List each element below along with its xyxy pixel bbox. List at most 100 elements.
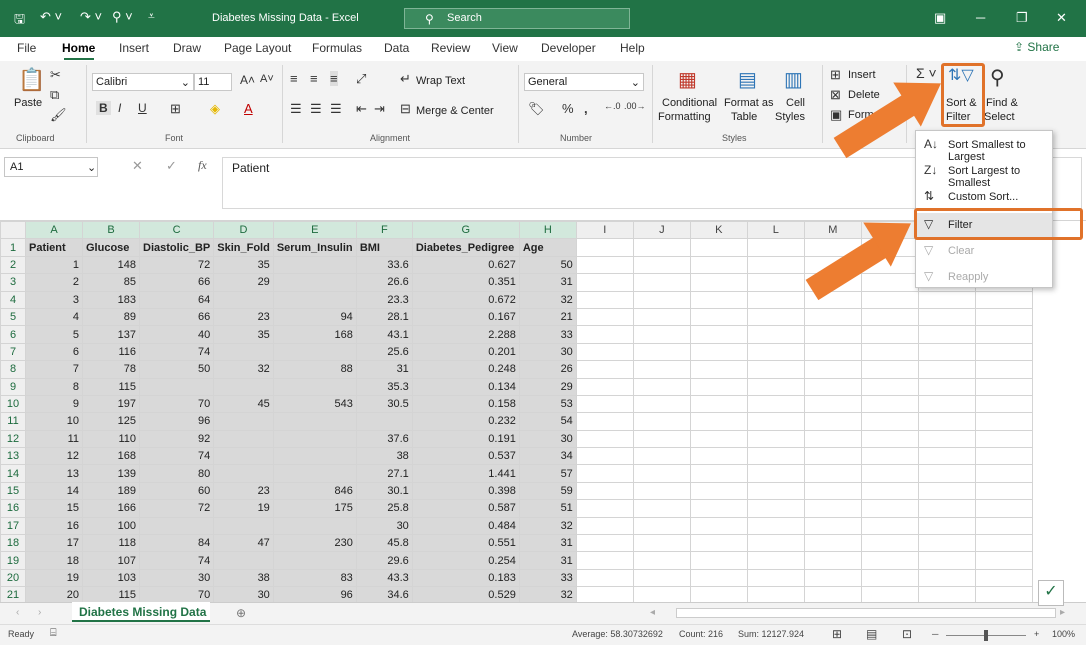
- data-cell[interactable]: 0.537: [411, 447, 520, 466]
- row-header[interactable]: 13: [0, 447, 26, 466]
- cell[interactable]: [860, 481, 919, 501]
- data-cell[interactable]: 29: [518, 377, 577, 396]
- data-cell[interactable]: 53: [518, 394, 577, 414]
- cell[interactable]: [803, 325, 862, 344]
- column-header-i[interactable]: I: [575, 221, 634, 240]
- header-cell[interactable]: Glucose: [82, 238, 140, 257]
- tab-file[interactable]: File: [17, 41, 36, 55]
- data-cell[interactable]: [213, 516, 274, 536]
- row-header[interactable]: 1: [0, 238, 26, 257]
- cell[interactable]: [632, 412, 691, 431]
- data-cell[interactable]: 0.587: [411, 499, 520, 518]
- cell[interactable]: [746, 464, 805, 483]
- cell[interactable]: [803, 290, 862, 309]
- cell[interactable]: [860, 499, 919, 518]
- data-cell[interactable]: 0.248: [411, 360, 520, 379]
- data-cell[interactable]: 45: [213, 394, 274, 414]
- data-cell[interactable]: [213, 412, 274, 431]
- cell[interactable]: [746, 551, 805, 570]
- cell[interactable]: [689, 534, 748, 553]
- data-cell[interactable]: 100: [82, 516, 140, 536]
- cell[interactable]: [917, 342, 976, 362]
- data-cell[interactable]: 45.8: [355, 534, 413, 553]
- cell[interactable]: [860, 586, 919, 602]
- data-cell[interactable]: [138, 377, 215, 396]
- zoom-slider-thumb[interactable]: [984, 630, 988, 641]
- header-cell[interactable]: Age: [518, 238, 577, 257]
- cell[interactable]: [746, 238, 805, 257]
- column-header-g[interactable]: G: [411, 221, 520, 240]
- cell[interactable]: [689, 464, 748, 483]
- cell-table[interactable]: ABCDEFGHIJKLMNOP 1PatientGlucoseDiastoli…: [0, 221, 1033, 602]
- data-cell[interactable]: 0.484: [411, 516, 520, 536]
- row-header[interactable]: 18: [0, 534, 26, 553]
- cell[interactable]: [974, 464, 1033, 483]
- data-cell[interactable]: 137: [82, 325, 140, 344]
- cell[interactable]: [860, 273, 919, 292]
- data-cell[interactable]: 31: [518, 273, 577, 292]
- hscroll-left-icon[interactable]: ◂: [650, 607, 655, 618]
- cell[interactable]: [917, 377, 976, 396]
- column-header-e[interactable]: E: [272, 221, 357, 240]
- data-cell[interactable]: 32: [518, 586, 577, 602]
- data-cell[interactable]: 125: [82, 412, 140, 431]
- percent-icon[interactable]: %: [562, 101, 574, 116]
- cell[interactable]: [575, 307, 634, 327]
- data-cell[interactable]: [138, 516, 215, 536]
- data-cell[interactable]: [272, 447, 357, 466]
- data-cell[interactable]: 0.627: [411, 255, 520, 275]
- cell[interactable]: [746, 447, 805, 466]
- row-header[interactable]: 10: [0, 394, 26, 414]
- data-cell[interactable]: 51: [518, 499, 577, 518]
- column-header-k[interactable]: K: [689, 221, 748, 240]
- data-cell[interactable]: 38: [213, 568, 274, 588]
- cell[interactable]: [632, 255, 691, 275]
- data-cell[interactable]: 26: [518, 360, 577, 379]
- cell[interactable]: [575, 377, 634, 396]
- data-cell[interactable]: 70: [138, 394, 215, 414]
- row-header[interactable]: 9: [0, 377, 26, 396]
- data-cell[interactable]: 0.158: [411, 394, 520, 414]
- touch-mode-icon[interactable]: ⚲ ˅: [112, 9, 133, 25]
- data-cell[interactable]: 0.398: [411, 481, 520, 501]
- data-cell[interactable]: 66: [138, 307, 215, 327]
- data-cell[interactable]: 3: [25, 290, 83, 309]
- cell[interactable]: [689, 499, 748, 518]
- data-cell[interactable]: 18: [25, 551, 83, 570]
- cell-styles-icon[interactable]: ▥: [784, 67, 803, 92]
- number-format-field[interactable]: General ⌄: [524, 73, 644, 91]
- accessibility-icon[interactable]: ⌸: [50, 627, 57, 640]
- data-cell[interactable]: 38: [355, 447, 413, 466]
- cell[interactable]: [803, 516, 862, 536]
- prev-sheet-icon[interactable]: ‹: [16, 607, 19, 618]
- cell-label[interactable]: Cell: [786, 97, 805, 109]
- cell[interactable]: [632, 429, 691, 449]
- data-cell[interactable]: 66: [138, 273, 215, 292]
- cell[interactable]: [746, 568, 805, 588]
- column-header-j[interactable]: J: [632, 221, 691, 240]
- cell[interactable]: [575, 412, 634, 431]
- cell[interactable]: [917, 325, 976, 344]
- ribbon-display-icon[interactable]: ▣: [934, 10, 946, 26]
- column-header-h[interactable]: H: [518, 221, 577, 240]
- data-cell[interactable]: 31: [518, 534, 577, 553]
- data-cell[interactable]: 23: [213, 307, 274, 327]
- row-header[interactable]: 12: [0, 429, 26, 449]
- data-cell[interactable]: 1.441: [411, 464, 520, 483]
- font-size-field[interactable]: 11: [194, 73, 232, 91]
- copy-icon[interactable]: ⧉: [50, 87, 59, 103]
- data-cell[interactable]: 27.1: [355, 464, 413, 483]
- data-cell[interactable]: 34.6: [355, 586, 413, 602]
- data-cell[interactable]: [272, 412, 357, 431]
- normal-view-icon[interactable]: ⊞: [832, 627, 842, 641]
- cell[interactable]: [974, 290, 1033, 309]
- data-cell[interactable]: 30: [213, 586, 274, 602]
- cell[interactable]: [803, 534, 862, 553]
- wrap-text-label[interactable]: Wrap Text: [416, 75, 465, 87]
- data-cell[interactable]: 50: [518, 255, 577, 275]
- cell[interactable]: [632, 377, 691, 396]
- cell[interactable]: [689, 273, 748, 292]
- cell[interactable]: [803, 360, 862, 379]
- cell[interactable]: [974, 342, 1033, 362]
- conditional-label[interactable]: Conditional: [662, 97, 717, 109]
